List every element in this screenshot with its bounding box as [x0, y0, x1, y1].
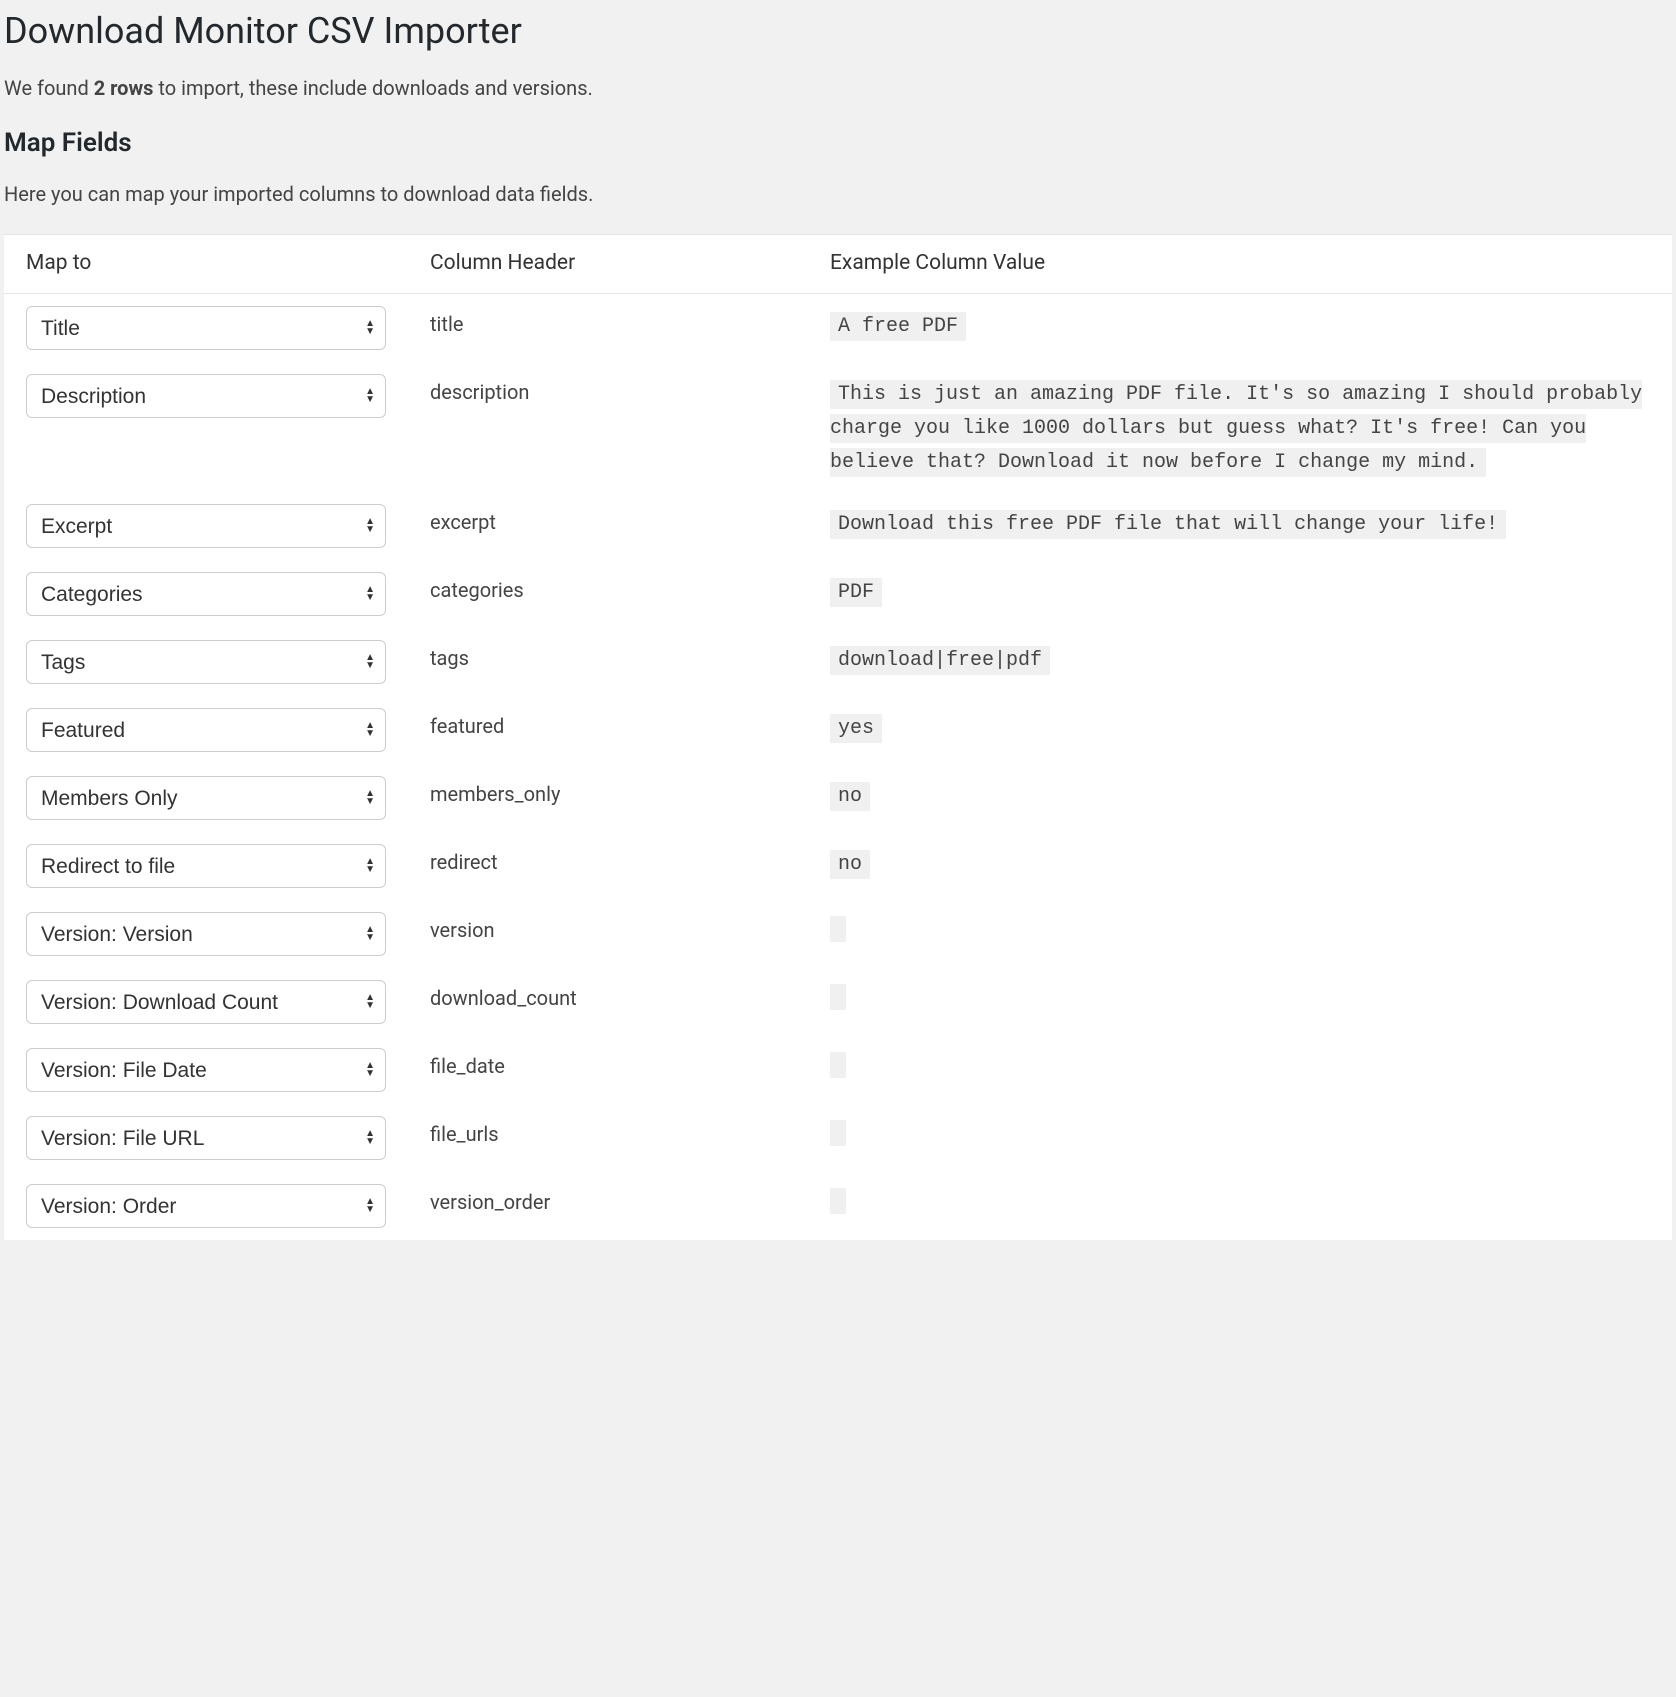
- map-select-wrap[interactable]: TitleDescriptionExcerptCategoriesTagsFea…: [26, 504, 386, 548]
- map-select-wrap[interactable]: TitleDescriptionExcerptCategoriesTagsFea…: [26, 912, 386, 956]
- table-row: TitleDescriptionExcerptCategoriesTagsFea…: [4, 1104, 1672, 1172]
- map-select[interactable]: TitleDescriptionExcerptCategoriesTagsFea…: [27, 913, 385, 955]
- column-header-value: version: [430, 912, 495, 942]
- col-header: Column Header: [408, 235, 808, 294]
- intro-pre: We found: [4, 76, 94, 100]
- table-row: TitleDescriptionExcerptCategoriesTagsFea…: [4, 1036, 1672, 1104]
- column-header-value: redirect: [430, 844, 498, 874]
- table-row: TitleDescriptionExcerptCategoriesTagsFea…: [4, 968, 1672, 1036]
- example-value-empty: [830, 984, 846, 1010]
- map-select[interactable]: TitleDescriptionExcerptCategoriesTagsFea…: [27, 1185, 385, 1227]
- example-value: A free PDF: [830, 312, 966, 341]
- map-select[interactable]: TitleDescriptionExcerptCategoriesTagsFea…: [27, 709, 385, 751]
- table-row: TitleDescriptionExcerptCategoriesTagsFea…: [4, 1172, 1672, 1240]
- map-select-wrap[interactable]: TitleDescriptionExcerptCategoriesTagsFea…: [26, 844, 386, 888]
- intro-row-count: 2 rows: [94, 76, 154, 100]
- table-row: TitleDescriptionExcerptCategoriesTagsFea…: [4, 696, 1672, 764]
- map-select-wrap[interactable]: TitleDescriptionExcerptCategoriesTagsFea…: [26, 1116, 386, 1160]
- section-desc: Here you can map your imported columns t…: [4, 182, 1672, 206]
- table-row: TitleDescriptionExcerptCategoriesTagsFea…: [4, 560, 1672, 628]
- example-value: no: [830, 782, 870, 811]
- example-value: no: [830, 850, 870, 879]
- column-header-value: tags: [430, 640, 469, 670]
- column-header-value: title: [430, 306, 463, 336]
- column-header-value: categories: [430, 572, 524, 602]
- col-example: Example Column Value: [808, 235, 1672, 294]
- example-value: yes: [830, 714, 882, 743]
- map-select-wrap[interactable]: TitleDescriptionExcerptCategoriesTagsFea…: [26, 1184, 386, 1228]
- column-header-value: excerpt: [430, 504, 496, 534]
- example-value-empty: [830, 1120, 846, 1146]
- map-select[interactable]: TitleDescriptionExcerptCategoriesTagsFea…: [27, 641, 385, 683]
- column-header-value: featured: [430, 708, 504, 738]
- example-value: PDF: [830, 578, 882, 607]
- map-select-wrap[interactable]: TitleDescriptionExcerptCategoriesTagsFea…: [26, 640, 386, 684]
- column-header-value: version_order: [430, 1184, 550, 1214]
- page-title: Download Monitor CSV Importer: [4, 10, 1672, 52]
- table-row: TitleDescriptionExcerptCategoriesTagsFea…: [4, 294, 1672, 363]
- table-row: TitleDescriptionExcerptCategoriesTagsFea…: [4, 492, 1672, 560]
- map-select-wrap[interactable]: TitleDescriptionExcerptCategoriesTagsFea…: [26, 306, 386, 350]
- column-header-value: description: [430, 374, 529, 404]
- map-panel: Map to Column Header Example Column Valu…: [4, 234, 1672, 1240]
- intro-text: We found 2 rows to import, these include…: [4, 76, 1672, 100]
- col-map-to: Map to: [4, 235, 408, 294]
- map-select-wrap[interactable]: TitleDescriptionExcerptCategoriesTagsFea…: [26, 1048, 386, 1092]
- section-title: Map Fields: [4, 128, 1672, 158]
- intro-post: to import, these include downloads and v…: [153, 76, 592, 100]
- table-row: TitleDescriptionExcerptCategoriesTagsFea…: [4, 628, 1672, 696]
- map-select[interactable]: TitleDescriptionExcerptCategoriesTagsFea…: [27, 573, 385, 615]
- map-select[interactable]: TitleDescriptionExcerptCategoriesTagsFea…: [27, 777, 385, 819]
- map-select[interactable]: TitleDescriptionExcerptCategoriesTagsFea…: [27, 375, 385, 417]
- map-select-wrap[interactable]: TitleDescriptionExcerptCategoriesTagsFea…: [26, 708, 386, 752]
- map-select-wrap[interactable]: TitleDescriptionExcerptCategoriesTagsFea…: [26, 572, 386, 616]
- column-header-value: download_count: [430, 980, 577, 1010]
- example-value: download|free|pdf: [830, 646, 1050, 675]
- table-row: TitleDescriptionExcerptCategoriesTagsFea…: [4, 362, 1672, 492]
- map-select-wrap[interactable]: TitleDescriptionExcerptCategoriesTagsFea…: [26, 374, 386, 418]
- map-select-wrap[interactable]: TitleDescriptionExcerptCategoriesTagsFea…: [26, 776, 386, 820]
- example-value: Download this free PDF file that will ch…: [830, 510, 1506, 539]
- map-table: Map to Column Header Example Column Valu…: [4, 235, 1672, 1240]
- map-select[interactable]: TitleDescriptionExcerptCategoriesTagsFea…: [27, 307, 385, 349]
- column-header-value: members_only: [430, 776, 560, 806]
- column-header-value: file_urls: [430, 1116, 499, 1146]
- example-value-empty: [830, 1188, 846, 1214]
- map-select[interactable]: TitleDescriptionExcerptCategoriesTagsFea…: [27, 505, 385, 547]
- map-select[interactable]: TitleDescriptionExcerptCategoriesTagsFea…: [27, 1049, 385, 1091]
- map-select[interactable]: TitleDescriptionExcerptCategoriesTagsFea…: [27, 981, 385, 1023]
- map-select[interactable]: TitleDescriptionExcerptCategoriesTagsFea…: [27, 845, 385, 887]
- example-value: This is just an amazing PDF file. It's s…: [830, 380, 1642, 477]
- map-select[interactable]: TitleDescriptionExcerptCategoriesTagsFea…: [27, 1117, 385, 1159]
- table-row: TitleDescriptionExcerptCategoriesTagsFea…: [4, 832, 1672, 900]
- map-select-wrap[interactable]: TitleDescriptionExcerptCategoriesTagsFea…: [26, 980, 386, 1024]
- column-header-value: file_date: [430, 1048, 505, 1078]
- table-row: TitleDescriptionExcerptCategoriesTagsFea…: [4, 764, 1672, 832]
- example-value-empty: [830, 1052, 846, 1078]
- table-row: TitleDescriptionExcerptCategoriesTagsFea…: [4, 900, 1672, 968]
- example-value-empty: [830, 916, 846, 942]
